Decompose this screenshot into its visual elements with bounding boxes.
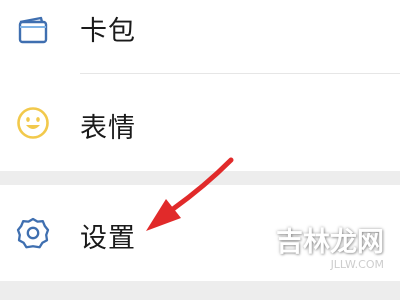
menu-item-label: 卡包 [80,16,136,47]
menu-item-emoji[interactable]: 表情 [0,75,400,171]
menu-item-label: 表情 [80,113,136,144]
menu-item-card-wallet[interactable]: 卡包 [0,0,400,74]
divider [80,73,400,74]
menu-item-label: 设置 [80,223,136,254]
card-wallet-icon [16,13,50,47]
section-gap [0,281,400,300]
gear-icon [16,216,50,250]
smiley-icon [16,106,50,140]
section-gap [0,171,400,185]
menu-item-settings[interactable]: 设置 [0,185,400,281]
